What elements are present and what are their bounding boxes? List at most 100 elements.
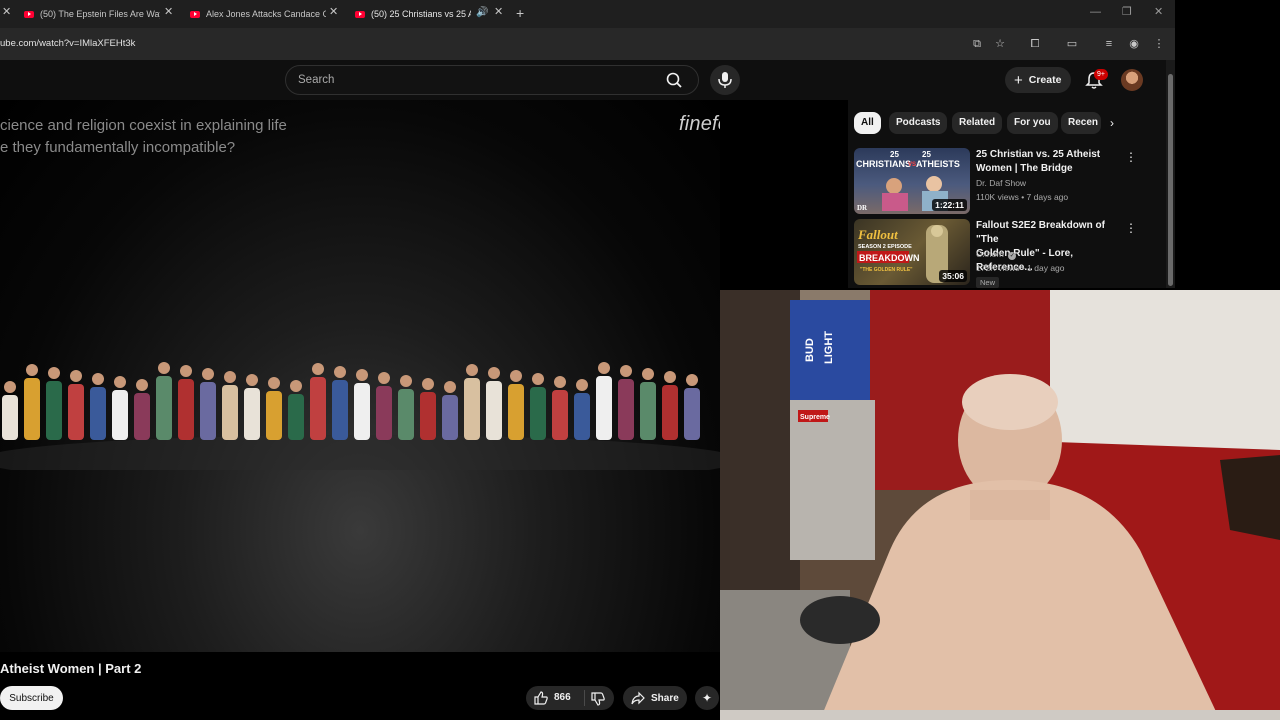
split-view-icon[interactable]: ▭ [1065, 37, 1079, 51]
audience-member-head [598, 362, 610, 374]
audience-member-body [376, 386, 392, 440]
video-player[interactable]: cience and religion coexist in explainin… [0, 100, 720, 652]
rec-1-duration: 1:22:11 [932, 199, 967, 211]
audience-member-body [640, 382, 656, 440]
rec-1-title[interactable]: 25 Christian vs. 25 Atheist Women | The … [976, 148, 1121, 176]
webcam-sticker-text: Supreme [800, 414, 830, 421]
audience-member-body [200, 382, 216, 440]
rec-1-thumbnail[interactable]: 25 25 CHRISTIANS VS ATHEISTS DR 1:22:11 [854, 148, 970, 214]
audience-member-body [266, 391, 282, 440]
dislike-icon[interactable] [590, 691, 606, 707]
ask-ai-button[interactable]: ✦ [695, 686, 719, 710]
audience-member-body [508, 384, 524, 440]
audience-member-head [620, 365, 632, 377]
audience-member-body [310, 377, 326, 440]
audience-member-head [48, 367, 60, 379]
audience-member-body [574, 393, 590, 440]
audience-member-head [686, 374, 698, 386]
media-control-icon[interactable]: ≡ [1102, 37, 1116, 51]
search-icon [666, 72, 682, 88]
rec-2-menu-icon[interactable]: ⋮ [1125, 221, 1137, 235]
search-input[interactable]: Search [298, 74, 334, 86]
menu-kebab-icon[interactable]: ⋮ [1152, 37, 1166, 51]
share-button[interactable]: Share [623, 686, 687, 710]
profile-icon[interactable]: ◉ [1127, 37, 1141, 51]
subscribe-button[interactable]: Subscribe [0, 686, 63, 710]
audience-member-body [134, 393, 150, 440]
thumb-text: ATHEISTS [916, 159, 960, 169]
rec-1-menu-icon[interactable]: ⋮ [1125, 150, 1137, 164]
audience-member-head [510, 370, 522, 382]
tab-epstein[interactable]: (50) The Epstein Files Are Way [24, 4, 164, 24]
audience-member-body [354, 383, 370, 440]
install-app-icon[interactable]: ⧉ [970, 37, 984, 51]
thumb-text: CHRISTIANS [856, 159, 911, 169]
tab-close-icon[interactable]: ✕ [329, 7, 338, 18]
voice-search-button[interactable] [710, 65, 740, 95]
youtube-favicon-icon [190, 10, 200, 18]
thumb-text: DR [857, 204, 868, 212]
rec-2-channel[interactable]: Oxhorn ✓ [976, 247, 1017, 261]
chip-for-you[interactable]: For you [1007, 112, 1058, 134]
audience-member-body [398, 389, 414, 440]
share-icon [631, 691, 645, 705]
audience-member-body [156, 376, 172, 440]
avatar[interactable] [1121, 69, 1143, 91]
audience-member-body [420, 392, 436, 440]
rec-1-channel[interactable]: Dr. Daf Show [976, 176, 1026, 190]
webcam-overlay: BUD LIGHT Supreme [720, 290, 1280, 720]
thumb-text: BREAKDOWN [859, 253, 920, 263]
audience-member-body [178, 379, 194, 440]
tab-close-icon[interactable]: ✕ [2, 7, 11, 18]
bookmark-star-icon[interactable]: ☆ [993, 37, 1007, 51]
chevron-right-icon[interactable]: › [1110, 116, 1114, 130]
chip-recent[interactable]: Recen [1061, 112, 1101, 134]
screen: ✕ (50) The Epstein Files Are Way ✕ Alex … [0, 0, 1280, 720]
audience-member-body [24, 378, 40, 440]
audience-member-body [662, 385, 678, 440]
audience-member-body [596, 376, 612, 440]
restore-icon[interactable]: ❐ [1122, 7, 1132, 18]
thumb-text: SEASON 2 EPISODE [858, 244, 912, 250]
tab-christians-vs-atheists[interactable]: (50) 25 Christians vs 25 Ath [355, 4, 479, 24]
speaker-icon[interactable]: 🔊 [476, 7, 488, 18]
new-tab-button[interactable]: + [516, 6, 524, 20]
new-badge: New [976, 277, 1000, 288]
search-button[interactable] [652, 66, 698, 94]
video-title: Atheist Women | Part 2 [0, 661, 142, 676]
scrollbar-thumb[interactable] [1168, 74, 1173, 286]
search-box[interactable]: Search [285, 65, 699, 95]
close-window-icon[interactable]: ✕ [1154, 7, 1163, 18]
audience-member-body [552, 390, 568, 440]
chip-all[interactable]: All [854, 112, 881, 134]
tab-close-icon[interactable]: ✕ [494, 7, 503, 18]
create-button[interactable]: + Create [1005, 67, 1071, 93]
audience-member-head [158, 362, 170, 374]
chip-related[interactable]: Related [952, 112, 1003, 134]
address-bar[interactable]: ube.com/watch?v=IMlaXFEHt3k [0, 38, 135, 49]
audience-member-head [180, 365, 192, 377]
audience-member-head [70, 370, 82, 382]
like-icon[interactable] [533, 690, 549, 706]
audience-member-body [530, 387, 546, 440]
tab-alex-jones[interactable]: Alex Jones Attacks Candace O [190, 4, 326, 24]
audience-member-head [576, 379, 588, 391]
webcam-box-text: BUD [804, 338, 816, 362]
audience-member-head [268, 377, 280, 389]
chip-podcasts[interactable]: Podcasts [889, 112, 948, 134]
rec-2-thumbnail[interactable]: Fallout SEASON 2 EPISODE BREAKDOWN "THE … [854, 219, 970, 285]
audience-member-head [202, 368, 214, 380]
audience-member-head [92, 373, 104, 385]
like-count: 866 [554, 692, 571, 703]
tab-close-icon[interactable]: ✕ [164, 7, 173, 18]
extensions-icon[interactable]: ⧠ [1028, 37, 1042, 51]
webcam-scene: BUD LIGHT Supreme [720, 290, 1280, 720]
thumb-text: Fallout [857, 227, 898, 242]
minimize-icon[interactable]: — [1090, 7, 1101, 18]
like-divider [584, 690, 585, 706]
audience-member-head [114, 376, 126, 388]
audience-member-body [288, 394, 304, 440]
audience-member-head [664, 371, 676, 383]
audience-member-head [554, 376, 566, 388]
recommendations-panel: All Podcasts Related For you Recen › 25 … [848, 100, 1166, 288]
